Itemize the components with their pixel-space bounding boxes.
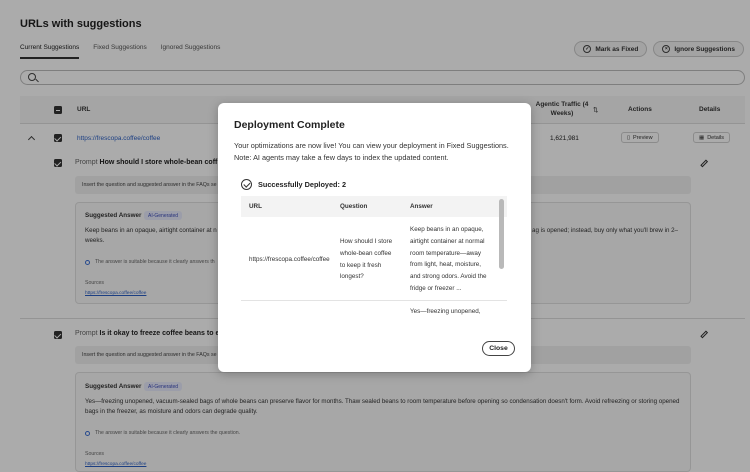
answer-line: room temperature—away	[410, 249, 482, 257]
question-line: How should I store	[340, 238, 393, 245]
deployed-url-link[interactable]: https://frescopa.coffee/coffee	[249, 254, 330, 266]
close-button[interactable]: Close	[482, 341, 515, 356]
dialog-message-line2: Note: AI agents may take a few days to i…	[234, 153, 449, 162]
table-scrollbar[interactable]	[499, 196, 505, 317]
dialog-title: Deployment Complete	[234, 119, 345, 131]
deployment-complete-dialog: Deployment Complete Your optimizations a…	[218, 103, 531, 372]
deployed-answer: Keep beans in an opaque, airtight contai…	[410, 224, 487, 295]
answer-line: from light, heat, moisture,	[410, 261, 482, 269]
question-line: to keep it fresh	[340, 261, 382, 269]
answer-line: and strong odors. Avoid the	[410, 273, 487, 281]
answer-line: airtight container at normal	[410, 237, 485, 245]
question-line: whole-bean coffee	[340, 249, 392, 257]
success-status: Successfully Deployed: 2	[241, 179, 346, 190]
check-circle-icon	[241, 179, 252, 190]
deployed-table-header: URL Question Answer	[241, 196, 507, 217]
column-url: URL	[249, 203, 262, 210]
row-divider	[241, 300, 507, 301]
answer-line: Keep beans in an opaque,	[410, 226, 484, 233]
dialog-message: Your optimizations are now live! You can…	[234, 140, 524, 164]
dialog-message-line1: Your optimizations are now live! You can…	[234, 141, 509, 150]
answer-line: Yes—freezing unopened,	[410, 308, 481, 315]
question-line: longest?	[340, 273, 364, 281]
deployed-answer: Yes—freezing unopened,	[410, 306, 481, 317]
answer-line: fridge or freezer ...	[410, 284, 462, 292]
scrollbar-thumb[interactable]	[499, 199, 504, 269]
column-answer: Answer	[410, 203, 433, 210]
column-question: Question	[340, 203, 368, 210]
deployed-table[interactable]: URL Question Answer https://frescopa.cof…	[241, 196, 507, 317]
success-text: Successfully Deployed: 2	[258, 180, 347, 189]
deployed-question: How should I store whole-bean coffee to …	[340, 236, 392, 283]
